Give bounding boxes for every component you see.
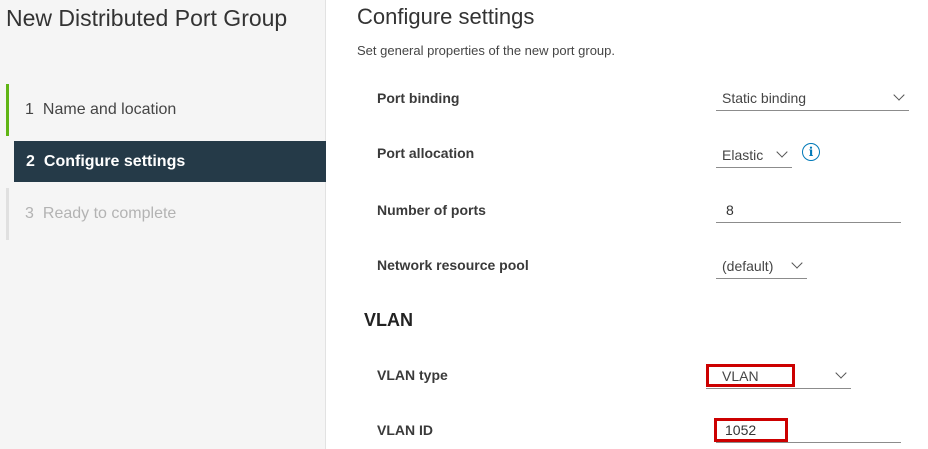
- vlan-section-title: VLAN: [364, 310, 413, 330]
- info-circle-icon[interactable]: i: [802, 143, 820, 161]
- wizard-step-name-and-location[interactable]: 1 Name and location: [6, 84, 326, 136]
- wizard-step-configure-settings[interactable]: 2 Configure settings: [14, 141, 326, 182]
- network-resource-pool-select[interactable]: (default): [716, 253, 807, 279]
- chevron-down-icon: [776, 146, 788, 158]
- step-number: 2: [26, 152, 35, 170]
- wizard-step-ready-to-complete: 3 Ready to complete: [6, 188, 326, 240]
- number-of-ports-input[interactable]: 8: [716, 197, 901, 223]
- step-number: 1: [25, 101, 34, 118]
- wizard-title: New Distributed Port Group: [6, 5, 288, 31]
- port-allocation-label: Port allocation: [377, 145, 475, 161]
- vlan-id-highlight: [714, 418, 788, 442]
- step-label: Configure settings: [43, 152, 186, 170]
- wizard-sidebar: New Distributed Port Group 1 Name and lo…: [0, 0, 326, 449]
- vlan-type-label: VLAN type: [377, 367, 448, 383]
- port-allocation-select[interactable]: Elastic: [716, 142, 792, 168]
- network-resource-pool-value: (default): [722, 257, 774, 274]
- step-label: Name and location: [42, 101, 177, 118]
- configure-settings-panel: Configure settings Set general propertie…: [357, 0, 928, 449]
- port-binding-select[interactable]: Static binding: [716, 85, 909, 111]
- port-binding-label: Port binding: [377, 90, 460, 106]
- step-label: Ready to complete: [42, 205, 177, 222]
- step-number: 3: [25, 205, 34, 222]
- port-binding-value: Static binding: [722, 89, 807, 106]
- network-resource-pool-label: Network resource pool: [377, 257, 529, 273]
- vlan-id-label: VLAN ID: [377, 422, 433, 438]
- page-subtitle: Set general properties of the new port g…: [357, 43, 615, 58]
- wizard-steps: 1 Name and location 2 Configure settings…: [6, 84, 326, 240]
- vlan-type-highlight: [706, 364, 795, 387]
- chevron-down-icon: [893, 89, 905, 101]
- chevron-down-icon: [835, 367, 847, 379]
- page-title: Configure settings: [357, 4, 535, 29]
- port-allocation-value: Elastic: [722, 146, 764, 163]
- chevron-down-icon: [791, 257, 803, 269]
- number-of-ports-label: Number of ports: [377, 202, 486, 218]
